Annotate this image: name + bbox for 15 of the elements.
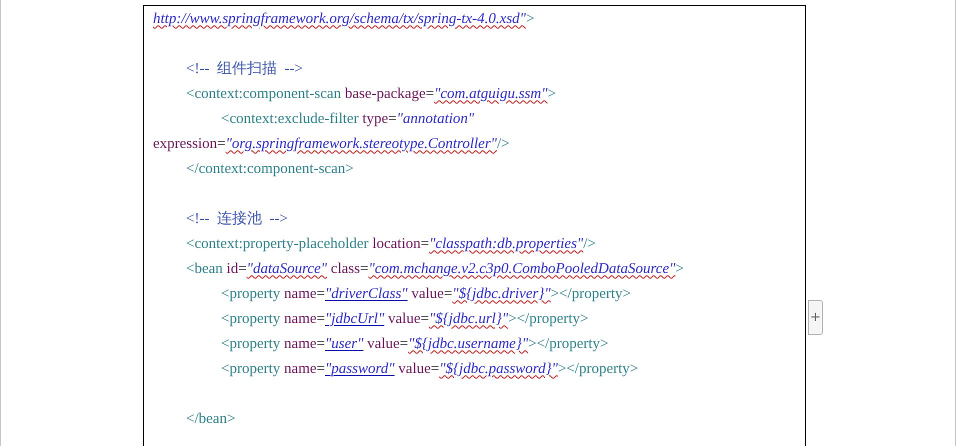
code-line: <context:component-scan base-package="com.atguigu.ssm"> <box>186 84 556 104</box>
code-line: <!-- 组件扫描 --> <box>186 60 303 78</box>
code-line: <property name="driverClass" value="${jdbc.driver}"></property> <box>221 284 631 304</box>
code-line: <!-- 连接池 --> <box>186 210 288 228</box>
code-line: <context:property-placeholder location="classpath:db.properties"/> <box>186 234 596 254</box>
add-button[interactable]: + <box>808 300 823 335</box>
code-line: http://www.springframework.org/schema/tx/spring-tx-4.0.xsd"> <box>153 10 534 28</box>
code-line: <context:exclude-filter type="annotation" <box>221 110 474 128</box>
code-line: <property name="jdbcUrl" value="${jdbc.url}"></property> <box>221 310 589 328</box>
code-line: <property name="password" value="${jdbc.password}"></property> <box>221 360 638 378</box>
code-line: expression="org.springframework.stereotype.Controller"/> <box>153 134 510 154</box>
code-line: <bean id="dataSource" class="com.mchange.v2.c3p0.ComboPooledDataSource"> <box>186 260 684 278</box>
code-line: <property name="user" value="${jdbc.username}"></property> <box>221 334 608 354</box>
code-line: </bean> <box>186 410 236 428</box>
code-line: </context:component-scan> <box>186 160 354 178</box>
